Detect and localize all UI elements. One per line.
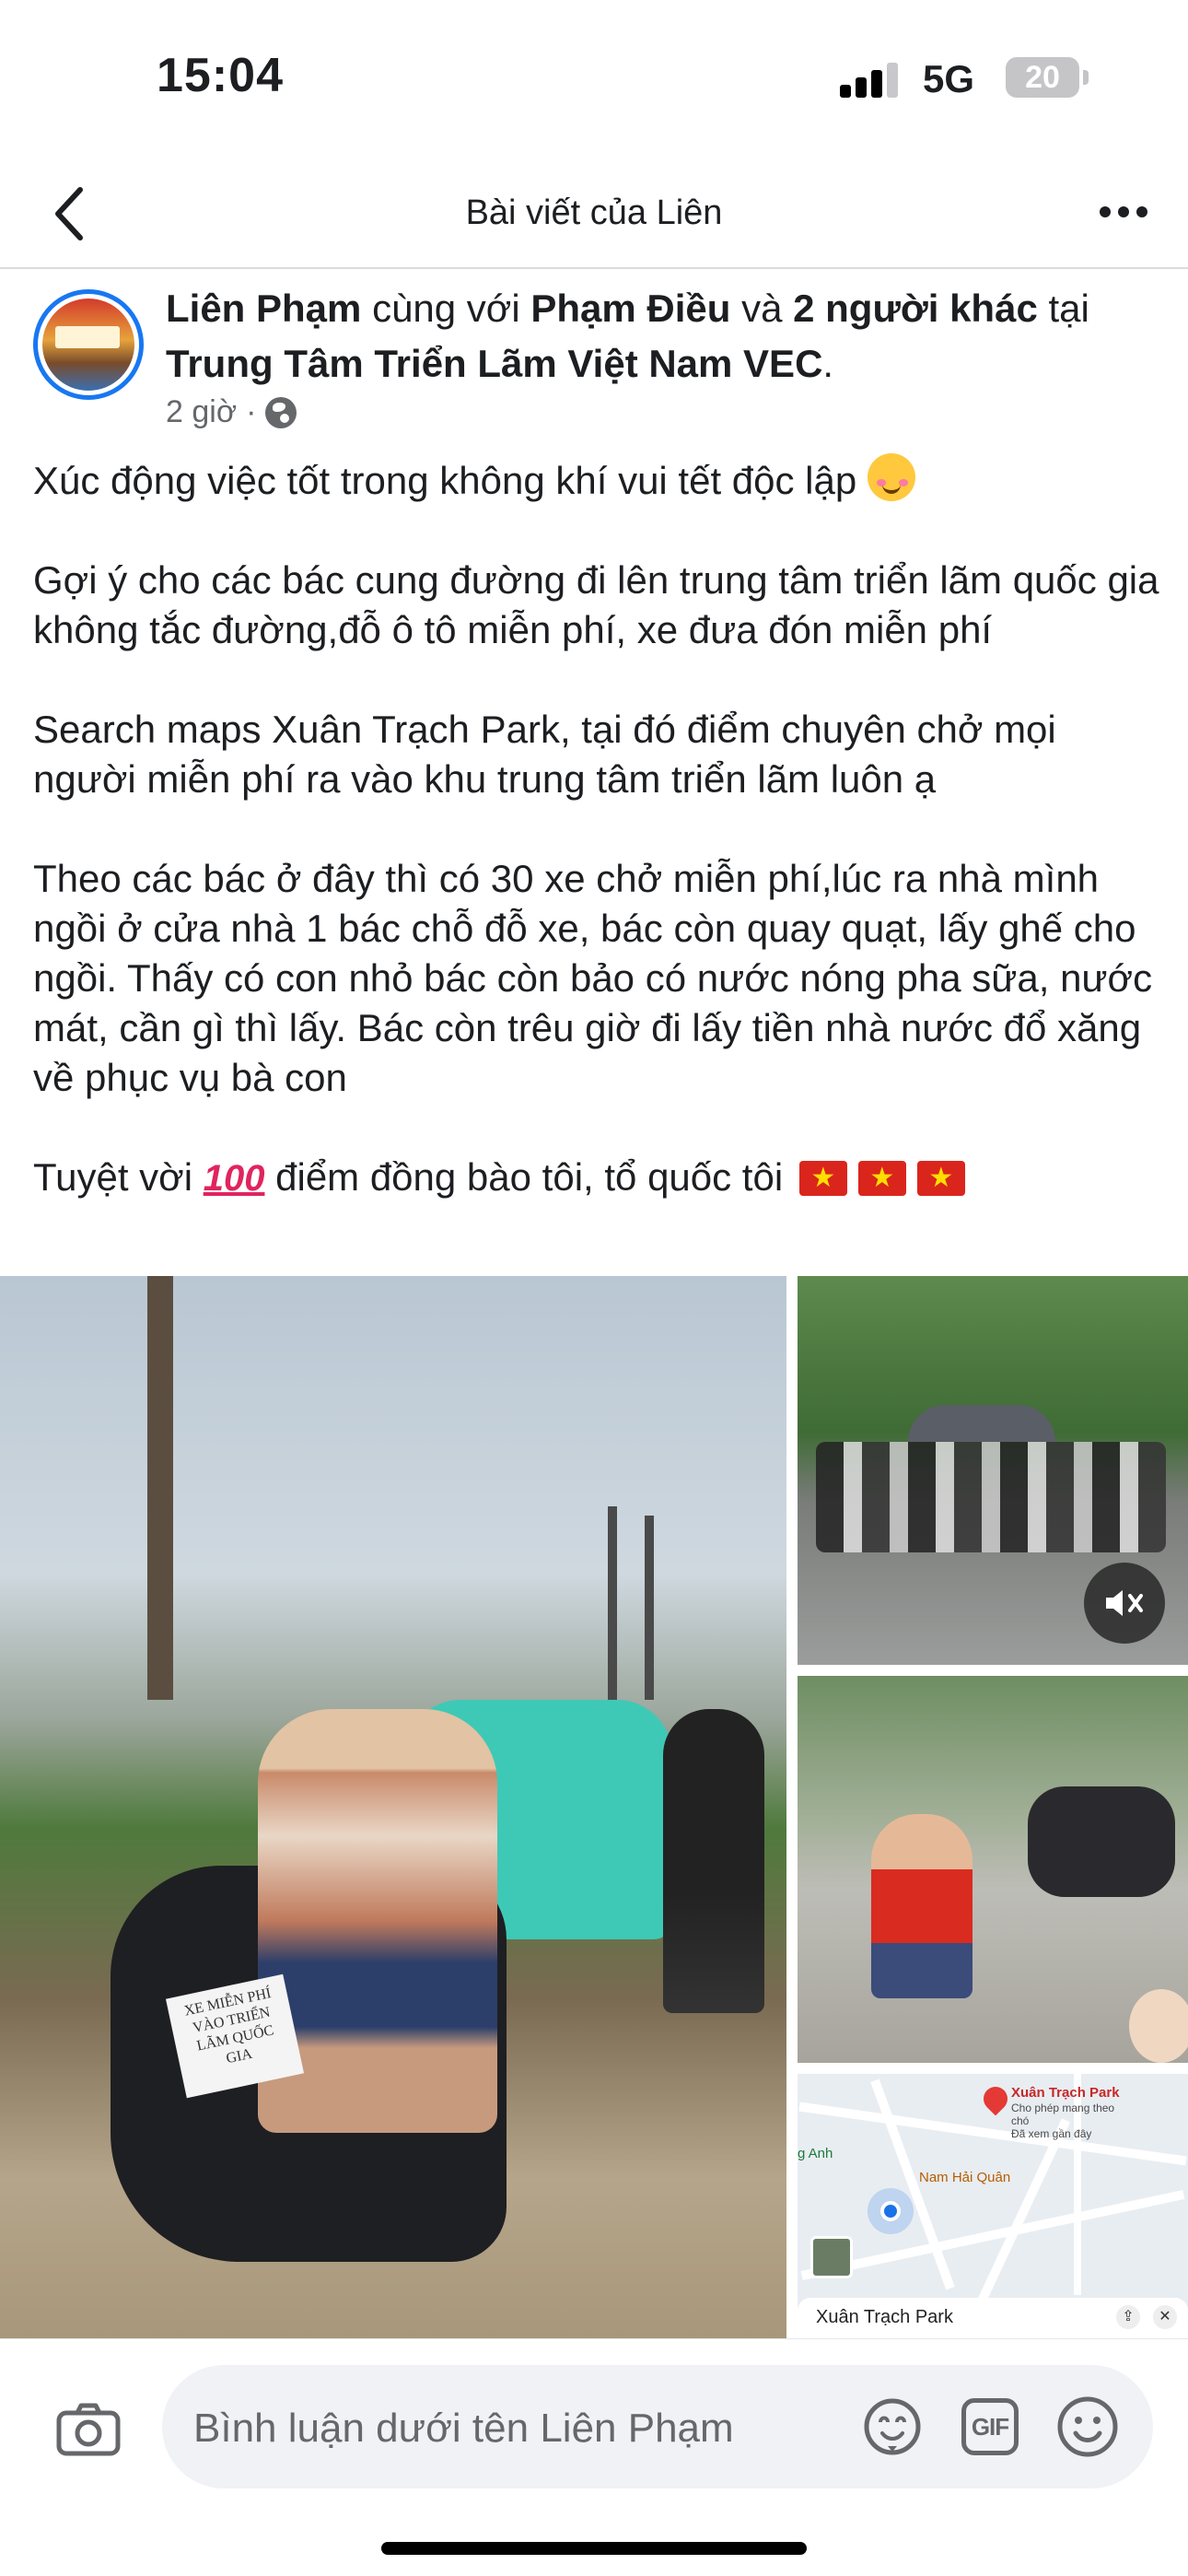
paragraph-1: Xúc động việc tốt trong không khí vui tế…: [33, 453, 1166, 506]
camera-icon: [56, 2403, 121, 2456]
others-link[interactable]: 2 người khác: [793, 287, 1038, 330]
post-photo-map[interactable]: Xuân Trạch Park Cho phép mang theo chó Đ…: [798, 2074, 1188, 2338]
home-indicator: [381, 2542, 807, 2555]
vietnam-flag-icon: [916, 1161, 965, 1196]
hundred-points-icon: 100: [203, 1158, 265, 1199]
baby: [1129, 1989, 1188, 2063]
share-icon: ⇪: [1116, 2305, 1140, 2329]
map-place-name: Xuân Trạch Park: [1011, 2085, 1120, 2101]
current-location-icon: [880, 2201, 901, 2221]
smiley-icon: [1057, 2396, 1118, 2457]
meta-separator: ·: [246, 394, 257, 429]
status-bar: 15:04 5G 20: [0, 0, 1188, 157]
location-pin-icon: [978, 2081, 1013, 2116]
map-bottom-sheet: Xuân Trạch Park ⇪ ✕: [798, 2298, 1188, 2338]
post-photo-main[interactable]: XE MIỄN PHÍ VÀO TRIỂN LÃM QUỐC GIA: [0, 1276, 786, 2338]
paragraph-5-start: Tuyệt vời: [33, 1155, 193, 1199]
period: .: [822, 342, 834, 385]
battery-icon: 20: [1006, 57, 1079, 98]
camera-button[interactable]: [52, 2393, 125, 2466]
parked-motorbike: [1028, 1786, 1175, 1897]
gif-button[interactable]: GIF: [956, 2393, 1024, 2461]
more-options-button[interactable]: [1087, 184, 1160, 240]
gif-icon: GIF: [961, 2398, 1019, 2455]
page-title: Bài viết của Liên: [465, 193, 723, 232]
utility-pole: [608, 1506, 617, 1700]
crowd: [816, 1442, 1166, 1552]
vietnam-flag-icon: [798, 1161, 847, 1196]
avatar-sticker-button[interactable]: [858, 2393, 926, 2461]
smiling-face-with-hearts-icon: [867, 453, 915, 501]
status-time: 15:04: [157, 49, 284, 102]
map-place-sub: Đã xem gần đây: [1011, 2127, 1092, 2140]
map-label-left: g Anh: [798, 2146, 833, 2161]
map-place-sub: chó: [1011, 2114, 1030, 2127]
map-sheet-title: Xuân Trạch Park: [816, 2307, 953, 2327]
utility-pole: [645, 1516, 654, 1700]
umbrella: [908, 1405, 1055, 1442]
tagged-name[interactable]: Phạm Điều: [530, 287, 730, 330]
post-photo-child[interactable]: [798, 1676, 1188, 2063]
location-link[interactable]: Trung Tâm Triển Lãm Việt Nam VEC: [166, 342, 822, 385]
avatar-sticker-icon: [864, 2398, 921, 2455]
mute-button[interactable]: [1084, 1563, 1165, 1644]
close-icon: ✕: [1153, 2305, 1177, 2329]
paragraph-4: Theo các bác ở đây thì có 30 xe chở miễn…: [33, 857, 1153, 1099]
post-text: Xúc động việc tốt trong không khí vui tế…: [33, 453, 1166, 1203]
paragraph-5: Tuyệt vời 100 điểm đồng bào tôi, tổ quốc…: [33, 1153, 1166, 1203]
speaker-muted-icon: [1106, 1590, 1143, 1616]
post-time[interactable]: 2 giờ: [166, 394, 237, 430]
paragraph-3: Search maps Xuân Trạch Park, tại đó điểm…: [33, 708, 1056, 801]
map-place-sub: Cho phép mang theo: [1011, 2102, 1115, 2114]
comment-bar: Bình luận dưới tên Liên Phạm GIF: [0, 2338, 1188, 2576]
network-type: 5G: [923, 57, 975, 100]
signal-icon: [840, 61, 901, 98]
map-thumbnail: [810, 2236, 853, 2278]
rider: [663, 1709, 764, 2013]
battery-cap: [1083, 70, 1089, 85]
author-name[interactable]: Liên Phạm: [166, 287, 361, 330]
comment-input[interactable]: Bình luận dưới tên Liên Phạm GIF: [162, 2365, 1153, 2488]
utility-pole: [147, 1276, 173, 1700]
post-header-bar: Bài viết của Liên: [0, 157, 1188, 269]
paragraph-2: Gợi ý cho các bác cung đường đi lên trun…: [33, 558, 1159, 651]
vietnam-flag-icon: [857, 1161, 906, 1196]
emoji-button[interactable]: [1054, 2393, 1122, 2461]
post-attribution-line-1: Liên Phạm cùng với Phạm Điều và 2 người …: [166, 282, 1160, 335]
globe-icon: [265, 396, 297, 428]
and-text: và: [741, 287, 783, 330]
paragraph-5-end: điểm đồng bào tôi, tổ quốc tôi: [275, 1155, 784, 1199]
avatar[interactable]: [33, 289, 144, 400]
post-meta: 2 giờ ·: [166, 394, 297, 430]
comment-placeholder: Bình luận dưới tên Liên Phạm: [193, 2406, 734, 2451]
paragraph-1-text: Xúc động việc tốt trong không khí vui tế…: [33, 459, 857, 502]
child-in-red-shirt: [871, 1814, 973, 1998]
with-text: cùng với: [372, 287, 520, 330]
avatar-image: [42, 299, 134, 391]
at-text: tại: [1048, 287, 1089, 330]
map-label-mid: Nam Hải Quân: [919, 2170, 1011, 2185]
post-attribution-line-2: Trung Tâm Triển Lãm Việt Nam VEC.: [166, 337, 1160, 391]
